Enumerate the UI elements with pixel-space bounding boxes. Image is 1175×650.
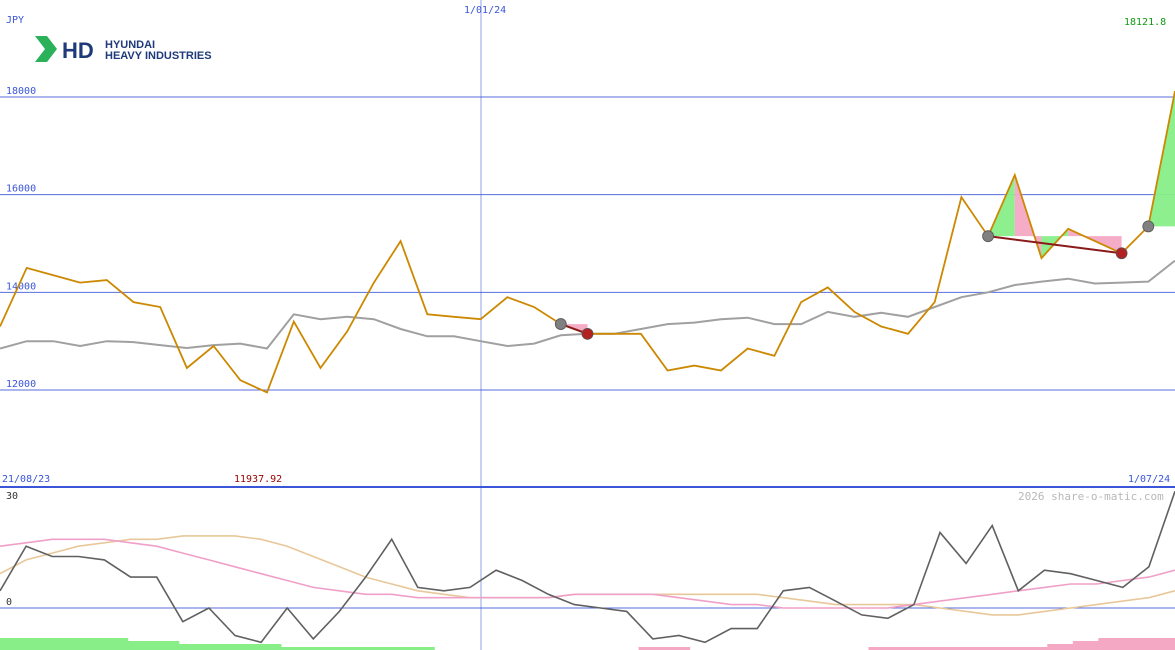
oscillator-panel: 300-10 <box>0 491 1175 650</box>
histogram-bar <box>1123 638 1150 650</box>
histogram-bar <box>153 641 180 650</box>
logo-line2: HEAVY INDUSTRIES <box>105 50 212 62</box>
currency-label: JPY <box>6 15 24 26</box>
y-tick-label: 16000 <box>6 184 36 195</box>
y-tick-label: 14000 <box>6 281 36 292</box>
top-date-label: 1/01/24 <box>464 5 506 16</box>
histogram-bar <box>51 638 78 650</box>
logo-chevron-icon <box>35 36 57 62</box>
histogram-bar <box>1149 638 1175 650</box>
histogram-bar <box>1098 638 1125 650</box>
last-price-label: 18121.8 <box>1124 17 1166 28</box>
osc-tick-label: 0 <box>6 597 12 608</box>
histogram-bar <box>255 644 282 650</box>
y-tick-label: 12000 <box>6 379 36 390</box>
signal-slow-line <box>0 535 1175 616</box>
main-panel: 12000 14000 16000 18000 <box>0 0 1175 650</box>
histogram-bar <box>178 644 205 650</box>
y-tick-label: 18000 <box>6 86 36 97</box>
histogram-bar <box>229 644 256 650</box>
oscillator-line <box>0 491 1175 644</box>
up-marker <box>554 318 567 330</box>
osc-tick-label: 30 <box>6 491 18 502</box>
histogram-bar <box>25 638 52 650</box>
up-marker <box>1142 220 1155 233</box>
histogram-bar <box>127 641 154 650</box>
histogram-bar <box>1072 641 1099 650</box>
watermark: 2026 share-o-matic.com <box>1018 490 1164 503</box>
logo-mark: HD <box>62 38 94 63</box>
histogram-bar <box>102 638 129 650</box>
start-date-label: 21/08/23 <box>2 474 50 485</box>
signal-fast-line <box>0 538 1175 609</box>
down-marker <box>581 327 594 340</box>
end-date-label: 1/07/24 <box>1128 474 1170 485</box>
down-marker <box>1115 247 1128 260</box>
company-logo: HD HYUNDAI HEAVY INDUSTRIES <box>35 36 212 63</box>
histogram-bar <box>1047 644 1074 650</box>
up-marker <box>982 230 994 243</box>
histogram-bar <box>204 644 231 650</box>
histogram-bar <box>76 638 103 650</box>
chart-canvas: HD HYUNDAI HEAVY INDUSTRIES 12000 14000 16… <box>0 0 1175 650</box>
histogram-bar <box>0 638 27 650</box>
low-price-label: 11937.92 <box>234 474 282 485</box>
